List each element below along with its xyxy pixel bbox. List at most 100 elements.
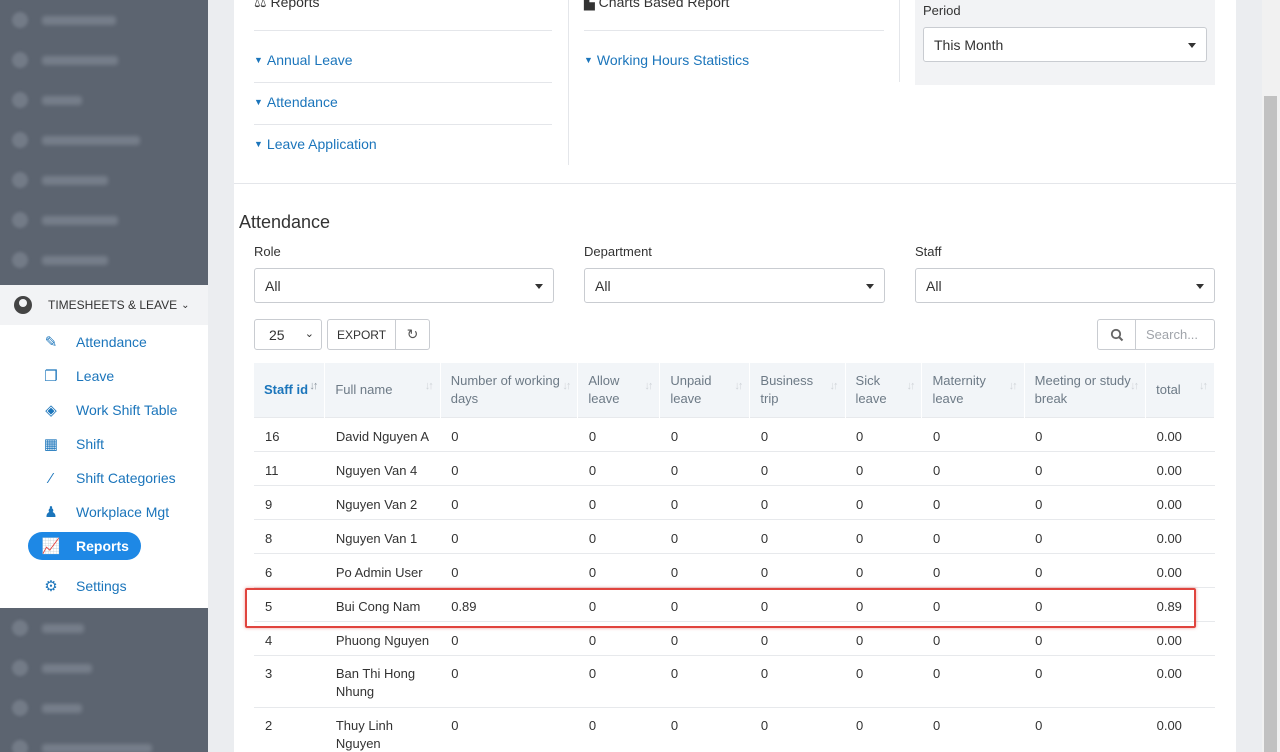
sidebar-item-workplace-mgt[interactable]: ♟ Workplace Mgt	[0, 495, 208, 529]
table-cell: 0.89	[1145, 586, 1215, 621]
sort-icon: ↓↑	[1008, 380, 1018, 392]
staff-select-value: All	[926, 277, 942, 294]
blurred-icon	[12, 52, 28, 68]
table-row[interactable]: 11 Nguyen Van 4 0 0 0 0 0 0 0 0.00	[254, 450, 1215, 485]
link-annual-leave[interactable]: ▼ Annual Leave	[254, 52, 353, 68]
blurred-icon	[12, 740, 28, 752]
sidebar-item-blurred[interactable]	[0, 728, 208, 752]
sidebar-item-blurred[interactable]	[0, 120, 208, 160]
column-header-label: Business trip	[760, 372, 814, 406]
sidebar-item-shift[interactable]: ▦ Shift	[0, 427, 208, 461]
column-header[interactable]: Allow leave ↓↑	[577, 363, 661, 417]
table-cell: 0.00	[1145, 706, 1215, 752]
scale-icon: ⚖	[254, 0, 267, 10]
table-cell: 0.00	[1145, 552, 1215, 587]
column-header[interactable]: total ↓↑	[1145, 363, 1215, 417]
link-attendance[interactable]: ▼ Attendance	[254, 94, 338, 110]
sidebar-item-attendance[interactable]: ✎ Attendance	[0, 325, 208, 359]
sidebar-item-blurred[interactable]	[0, 648, 208, 688]
table-row[interactable]: 16 David Nguyen A 0 0 0 0 0 0 0 0.00	[254, 416, 1215, 451]
page-length-select[interactable]: 25 ⌄	[254, 319, 322, 350]
sidebar-item-blurred[interactable]	[0, 688, 208, 728]
table-cell: Nguyen Van 1	[324, 518, 441, 553]
column-header-label: Meeting or study break	[1034, 372, 1131, 406]
divider	[584, 30, 884, 31]
sidebar-item-reports[interactable]: 📈 Reports	[28, 532, 141, 560]
table-cell: 16	[254, 416, 325, 451]
sort-icon: ↓↑	[734, 380, 743, 392]
sidebar-item-blurred[interactable]	[0, 0, 208, 40]
sort-icon: ↓↑	[424, 380, 434, 392]
sidebar-item-label: Workplace Mgt	[76, 504, 170, 520]
search-input[interactable]	[1135, 319, 1215, 350]
table-row[interactable]: 5 Bui Cong Nam 0.89 0 0 0 0 0 0 0.89	[254, 586, 1215, 621]
sidebar-item-label: Reports	[76, 538, 129, 554]
table-row[interactable]: 2 Thuy Linh Nguyen 0 0 0 0 0 0 0 0.00	[254, 706, 1215, 752]
sidebar-item-work-shift-table[interactable]: ◈ Work Shift Table	[0, 393, 208, 427]
sort-icon: ↓↑	[644, 380, 653, 392]
column-header-label: Maternity leave	[932, 372, 986, 406]
sidebar-item-timesheets-leave[interactable]: TIMESHEETS & LEAVE ⌄	[0, 285, 208, 325]
period-select[interactable]: This Month	[923, 27, 1207, 62]
sidebar-item-blurred[interactable]	[0, 240, 208, 280]
page-length-value: 25	[269, 326, 285, 343]
table-cell: 0	[749, 586, 846, 621]
table-row[interactable]: 3 Ban Thi Hong Nhung 0 0 0 0 0 0 0 0.00	[254, 654, 1215, 707]
department-select[interactable]: All	[584, 268, 885, 303]
table-row[interactable]: 6 Po Admin User 0 0 0 0 0 0 0 0.00	[254, 552, 1215, 587]
sidebar-item-blurred[interactable]	[0, 608, 208, 648]
divider	[254, 30, 552, 31]
table-cell: Nguyen Van 2	[324, 484, 441, 519]
sidebar-item-leave[interactable]: ❐ Leave	[0, 359, 208, 393]
column-header[interactable]: Full name ↓↑	[324, 363, 441, 417]
table-row[interactable]: 9 Nguyen Van 2 0 0 0 0 0 0 0 0.00	[254, 484, 1215, 519]
sidebar-item-shift-categories[interactable]: ⁄ Shift Categories	[0, 461, 208, 495]
table-cell: 0	[659, 450, 750, 485]
scrollbar-thumb[interactable]	[1264, 96, 1277, 752]
table-cell: 0	[1024, 654, 1146, 707]
role-select[interactable]: All	[254, 268, 554, 303]
sidebar-item-blurred[interactable]	[0, 200, 208, 240]
link-leave-application[interactable]: ▼ Leave Application	[254, 136, 377, 152]
sidebar: TIMESHEETS & LEAVE ⌄ ✎ Attendance ❐ Leave ◈ W…	[0, 0, 208, 752]
column-header[interactable]: Sick leave ↓↑	[845, 363, 923, 417]
blurred-icon	[12, 212, 28, 228]
column-header[interactable]: Meeting or study break ↓↑	[1024, 363, 1147, 417]
link-working-hours-statistics[interactable]: ▼ Working Hours Statistics	[584, 52, 749, 68]
table-cell: 0.00	[1145, 450, 1215, 485]
table-row[interactable]: 4 Phuong Nguyen 0 0 0 0 0 0 0 0.00	[254, 620, 1215, 655]
table-cell: 0	[577, 654, 660, 707]
column-header[interactable]: Staff id ↓↑	[254, 363, 326, 417]
table-cell: 0	[659, 518, 750, 553]
blurred-icon	[12, 12, 28, 28]
table-cell: 0	[1024, 706, 1146, 752]
table-cell: 6	[254, 552, 325, 587]
sidebar-item-blurred[interactable]	[0, 40, 208, 80]
search-button[interactable]	[1097, 319, 1136, 350]
column-header[interactable]: Unpaid leave ↓↑	[659, 363, 751, 417]
reload-button[interactable]: ↻	[395, 319, 430, 350]
file-copy-icon: ❐	[44, 368, 58, 385]
column-header[interactable]: Number of working days ↓↑	[440, 363, 579, 417]
table-cell: 0	[659, 416, 750, 451]
sidebar-item-blurred[interactable]	[0, 80, 208, 120]
charts-heading-text: Charts Based Report	[598, 0, 730, 10]
sidebar-item-settings[interactable]: ⚙ Settings	[0, 569, 208, 603]
sidebar-item-blurred[interactable]	[0, 160, 208, 200]
column-header[interactable]: Maternity leave ↓↑	[921, 363, 1025, 417]
table-cell: 0	[845, 706, 922, 752]
column-header[interactable]: Business trip ↓↑	[749, 363, 846, 417]
table-cell: 8	[254, 518, 325, 553]
column-header-label: Unpaid leave	[670, 372, 712, 406]
staff-select[interactable]: All	[915, 268, 1215, 303]
sort-icon: ↓↑	[829, 380, 839, 392]
export-button[interactable]: EXPORT	[327, 319, 396, 350]
table-cell: 0	[749, 552, 846, 587]
table-cell: 0	[577, 518, 660, 553]
table-cell: 0	[845, 654, 922, 707]
table-row[interactable]: 8 Nguyen Van 1 0 0 0 0 0 0 0 0.00	[254, 518, 1215, 553]
sidebar-item-label: Leave	[76, 368, 115, 384]
table-cell: 0	[921, 552, 1025, 587]
sidebar-blurred-bottom	[0, 608, 208, 752]
refresh-icon: ↻	[406, 326, 419, 342]
